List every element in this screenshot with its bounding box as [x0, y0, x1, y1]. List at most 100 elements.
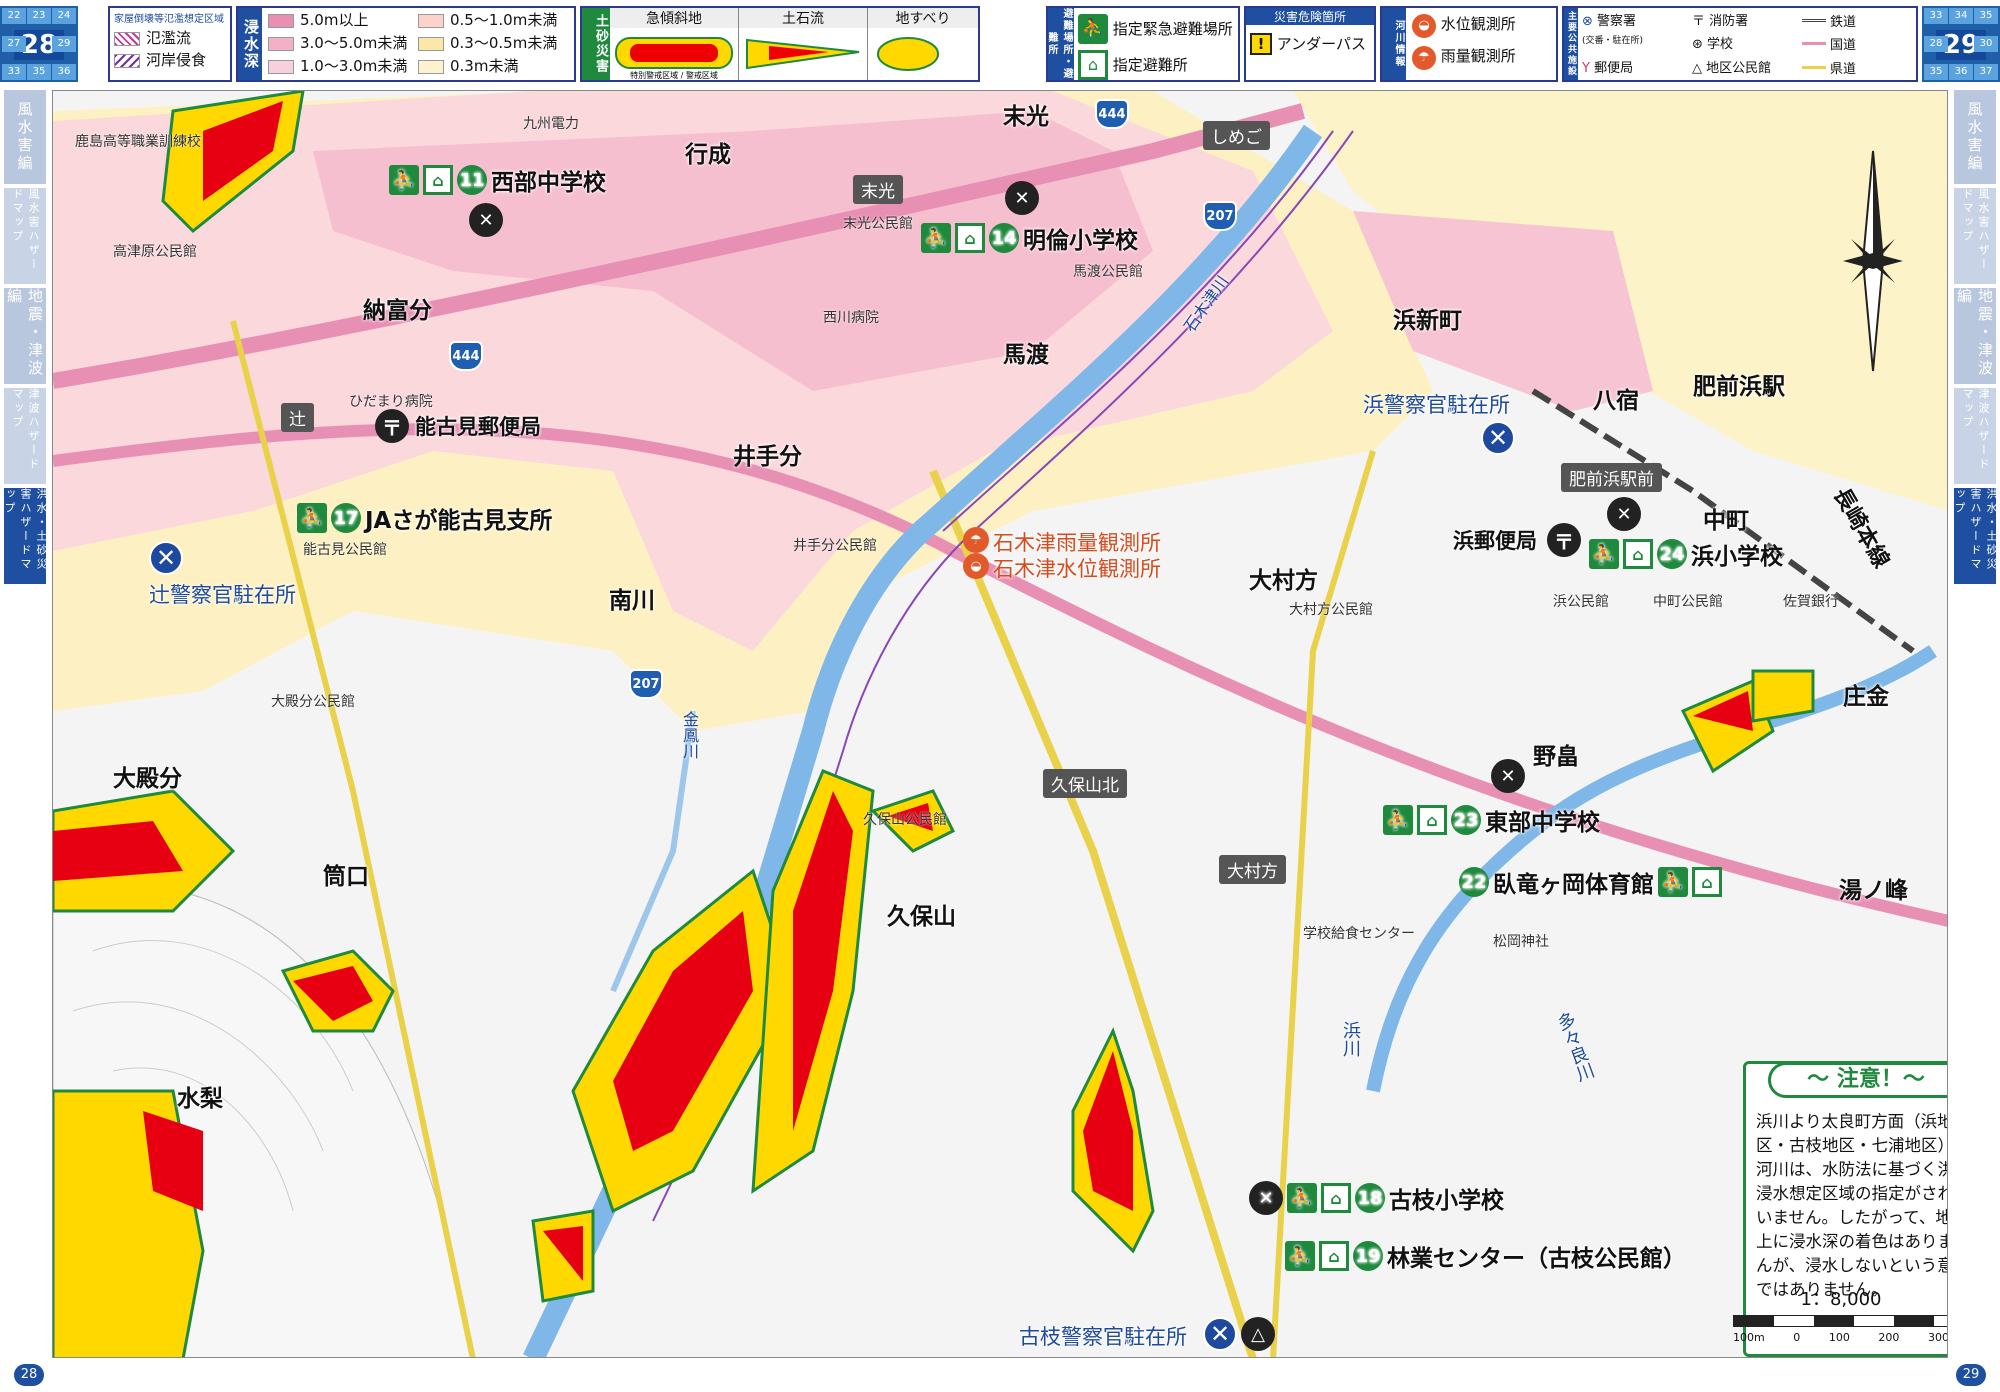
legend-danger: 災害危険箇所 ! アンダーパス — [1244, 6, 1376, 82]
rail-legend-line — [1802, 19, 1826, 23]
depth-2: 3.0〜5.0m未満 — [300, 34, 408, 52]
legend-evac-label: 避難場所・避難所 — [1046, 8, 1074, 80]
emergency-evac-icon: ⛹ — [921, 223, 951, 253]
road-sign-kuboyama-kita: 久保山北 — [1043, 769, 1127, 798]
page-index-right: 29 33 34 35 28 30 35 36 37 — [1922, 6, 2000, 82]
page-index-cell[interactable]: 24 — [52, 8, 76, 24]
hazard-map[interactable]: 末光 行成 納富分 馬渡 浜新町 八宿 肥前浜駅 井手分 南川 大村方 中町 庄… — [52, 90, 1948, 1358]
facility-22[interactable]: 22 臥竜ヶ岡体育館 ⛹ ⌂ — [1459, 865, 1722, 899]
route-shield-444-west: 444 — [449, 341, 483, 371]
shelter-icon: ⌂ — [1692, 867, 1722, 897]
side-tab-r5[interactable]: 洪水・土砂災害ハザードマップ — [1953, 488, 1998, 584]
side-tab-4[interactable]: 津波ハザードマップ — [4, 388, 46, 484]
police-box-icon: ✕ — [149, 541, 183, 575]
page-footer-right: 29 — [1956, 1364, 1986, 1386]
facility-18[interactable]: ✕ ⛹ ⌂ 18 古枝小学校 — [1249, 1181, 1504, 1215]
post-office-icon: 〒 — [1547, 523, 1581, 557]
road-sign-shimego: しめご — [1203, 121, 1270, 150]
water-gauge-ishiki: 石木津水位観測所 — [993, 557, 1161, 581]
depth-swatch-6 — [418, 59, 444, 74]
place-hamashinmachi: 浜新町 — [1393, 308, 1462, 334]
legend-police: 警察署 — [1597, 14, 1637, 29]
facility-number: 24 — [1657, 539, 1687, 569]
side-tab-3[interactable]: 地震・津波編 — [4, 288, 46, 384]
facility-number: 17 — [331, 503, 361, 533]
facility-23[interactable]: ⛹ ⌂ 23 東部中学校 — [1383, 803, 1600, 837]
post-office-icon: 〒 — [375, 409, 409, 443]
page-index-cell[interactable]: 33 — [1924, 8, 1948, 24]
facility-name: 西部中学校 — [491, 170, 606, 196]
page-index-left: 28 22 23 24 27 29 33 35 36 — [0, 6, 78, 82]
facility-number: 22 — [1459, 867, 1489, 897]
shelter-icon: ⌂ — [1078, 50, 1108, 80]
facility-number: 14 — [989, 223, 1019, 253]
road-sign-hizenhama-ekimae: 肥前浜駅前 — [1561, 463, 1662, 492]
depth-swatch-5 — [418, 36, 444, 51]
scale-tick-1: 0 — [1793, 1331, 1801, 1344]
page-index-cell[interactable]: 34 — [1949, 8, 1973, 24]
page-index-cell[interactable]: 23 — [27, 8, 51, 24]
place-suemitsu: 末光 — [1003, 104, 1049, 130]
hall-legend-icon: △ — [1692, 60, 1702, 76]
page-index-cell[interactable]: 36 — [52, 64, 76, 80]
side-tab-r4[interactable]: 津波ハザードマップ — [1954, 388, 1996, 484]
facility-11[interactable]: ⛹ ⌂ 11 西部中学校 — [389, 163, 606, 197]
page-index-cell[interactable]: 22 — [2, 8, 26, 24]
bank-erosion-swatch — [114, 53, 140, 68]
side-tab-r3[interactable]: 地震・津波編 — [1954, 288, 1996, 384]
label-omurakata-hall: 大村方公民館 — [1289, 602, 1373, 618]
depth-swatch-4 — [418, 13, 444, 28]
page-index-cell[interactable]: 35 — [1924, 64, 1948, 80]
facility-24[interactable]: ⛹ ⌂ 24 浜小学校 — [1589, 537, 1783, 571]
depth-1: 5.0m以上 — [300, 11, 369, 29]
side-tab-1[interactable]: 風水害編 — [4, 90, 46, 184]
page-index-cell[interactable]: 35 — [27, 64, 51, 80]
page-index-cell[interactable]: 35 — [1974, 8, 1998, 24]
page-index-cell[interactable]: 33 — [2, 64, 26, 80]
shelter-icon: ⌂ — [1623, 539, 1653, 569]
scale-tick-3: 200 — [1878, 1331, 1900, 1344]
page-index-cell[interactable]: 27 — [2, 36, 26, 52]
emergency-evac-icon: ⛹ — [1287, 1183, 1317, 1213]
post-office-noukomi: 能古見郵便局 — [415, 415, 541, 439]
scale-tick-2: 100 — [1828, 1331, 1850, 1344]
legend-national-road: 国道 — [1830, 38, 1857, 54]
emergency-evac-icon: ⛹ — [389, 165, 419, 195]
rain-gauge-icon: ☂ — [1412, 46, 1436, 70]
depth-4: 0.5〜1.0m未満 — [450, 11, 558, 29]
side-tab-5[interactable]: 洪水・土砂災害ハザードマップ — [3, 488, 48, 584]
shelter-icon: ⌂ — [1321, 1183, 1351, 1213]
page-index-cell[interactable]: 29 — [52, 36, 76, 52]
page-index-cell[interactable]: 30 — [1974, 36, 1998, 52]
police-hama: 浜警察官駐在所 — [1363, 393, 1510, 417]
depth-swatch-1 — [268, 13, 294, 28]
facility-17[interactable]: ⛹ 17 JAさが能古見支所 — [297, 501, 552, 535]
side-tab-r1[interactable]: 風水害編 — [1954, 90, 1996, 184]
water-level-icon: ◒ — [963, 553, 989, 579]
shelter-icon: ⌂ — [1417, 805, 1447, 835]
community-hall-icon: △ — [1241, 1317, 1275, 1351]
road-sign-tsuji: 辻 — [281, 403, 314, 432]
side-tab-r2[interactable]: 風水害ハザードマップ — [1954, 188, 1996, 284]
side-tab-2[interactable]: 風水害ハザードマップ — [4, 188, 46, 284]
facility-19[interactable]: ⛹ ⌂ 19 林業センター（古枝公民館） — [1285, 1239, 1686, 1273]
label-kyushu-electric: 九州電力 — [523, 116, 579, 132]
school-legend-icon: ⊛ — [1692, 37, 1703, 53]
legend-landslide: 地すべり — [868, 8, 978, 28]
facility-14[interactable]: ⛹ ⌂ 14 明倫小学校 — [921, 221, 1138, 255]
page-index-cell[interactable]: 36 — [1949, 64, 1973, 80]
label-suemitsu-hall: 末光公民館 — [843, 216, 913, 232]
school-icon: ✕ — [1607, 497, 1641, 531]
scale-ratio: 1：8,000 — [1800, 1289, 1882, 1310]
fire-legend-icon: Y — [1582, 60, 1590, 76]
legend-evac-1: 指定緊急避難場所 — [1112, 20, 1233, 38]
page-index-cell[interactable]: 37 — [1974, 64, 1998, 80]
emergency-evac-icon: ⛹ — [297, 503, 327, 533]
legend-rain-gauge: 雨量観測所 — [1440, 47, 1516, 65]
shelter-icon: ⌂ — [423, 165, 453, 195]
police-legend-icon: ⊗ — [1582, 14, 1593, 29]
depth-swatch-2 — [268, 36, 294, 51]
legend-evacuation: 避難場所・避難所 ⛹ 指定緊急避難場所 ⌂ 指定避難所 — [1046, 6, 1240, 82]
legend-police-sub: (交番・駐在所) — [1582, 36, 1644, 47]
page-index-cell[interactable]: 28 — [1924, 36, 1948, 52]
